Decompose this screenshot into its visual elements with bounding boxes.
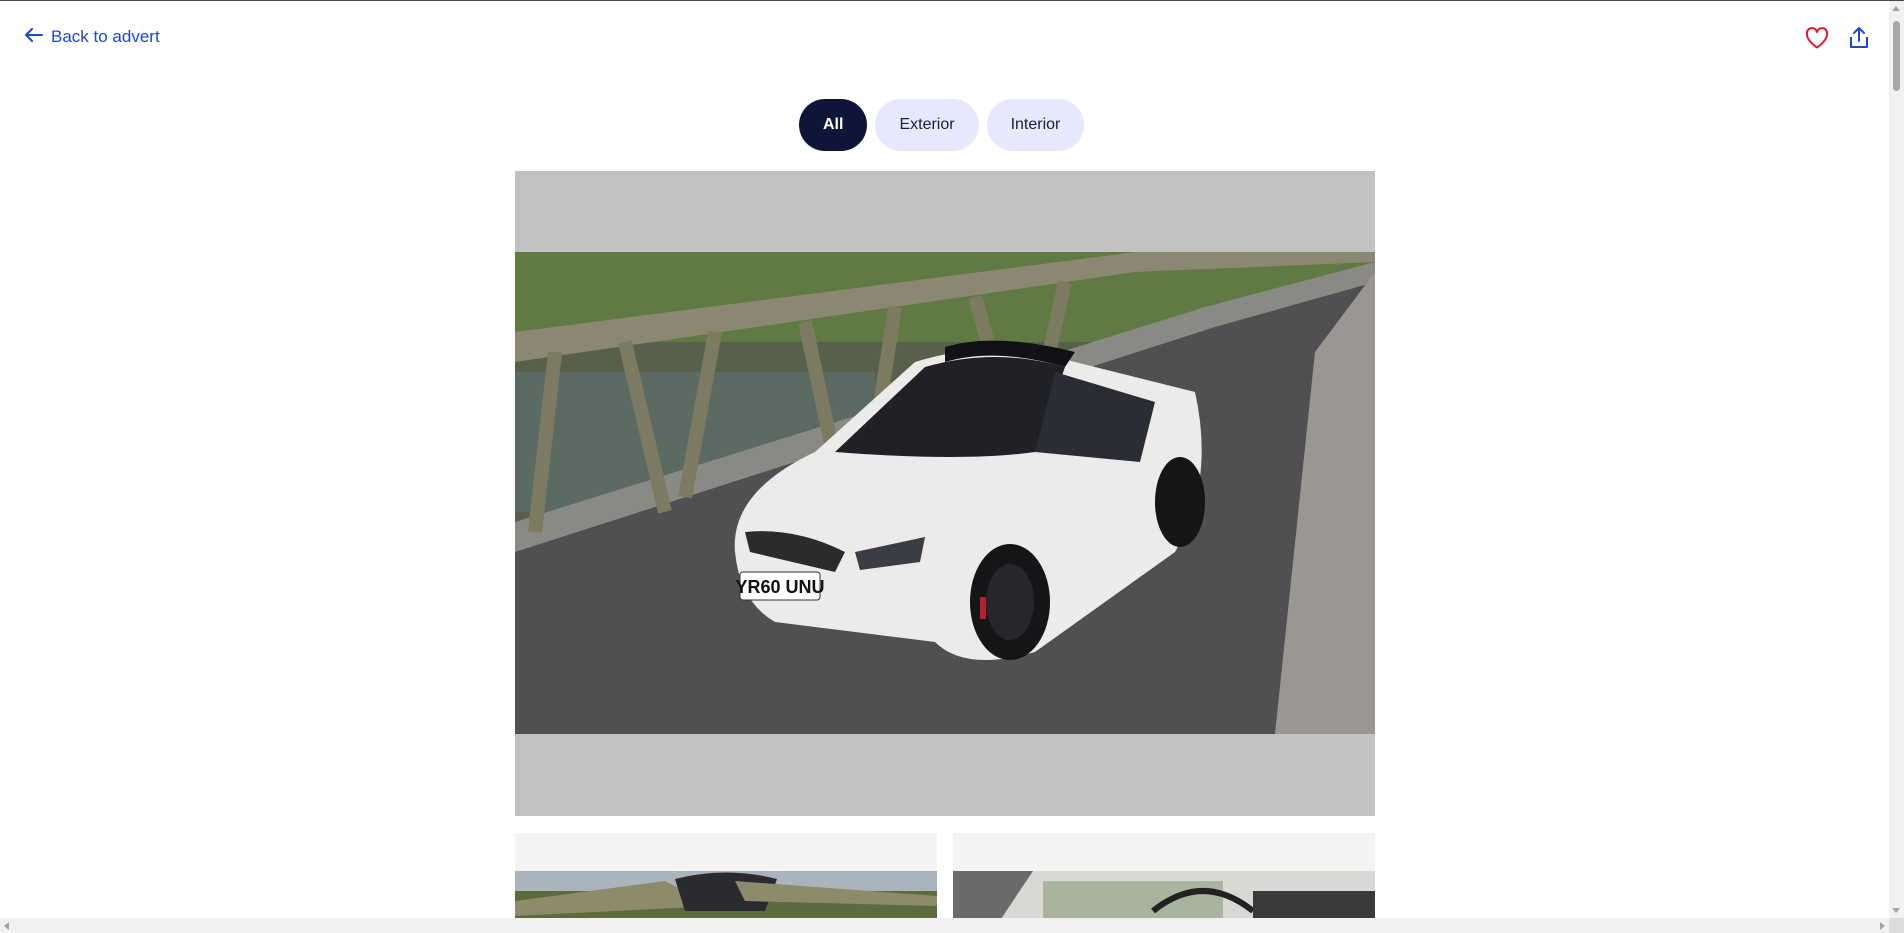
favourite-button[interactable] — [1805, 25, 1829, 51]
back-to-advert-link[interactable]: Back to advert — [25, 27, 160, 47]
horizontal-scrollbar[interactable] — [0, 918, 1889, 933]
vertical-scrollbar[interactable] — [1889, 1, 1904, 918]
photo-filter-tabs: All Exterior Interior — [799, 99, 1085, 151]
number-plate-text: YR60 UNU — [735, 577, 824, 597]
share-icon — [1850, 27, 1868, 48]
gallery-thumbnail[interactable] — [953, 833, 1375, 918]
car-on-bridge-image: YR60 UNU — [515, 252, 1375, 734]
scroll-down-arrow-icon[interactable] — [1892, 908, 1900, 913]
share-button[interactable] — [1847, 25, 1871, 51]
car-interior-thumbnail-image — [953, 871, 1375, 918]
scroll-left-arrow-icon[interactable] — [4, 922, 9, 930]
vertical-scroll-thumb[interactable] — [1893, 21, 1900, 91]
top-actions — [1805, 25, 1871, 51]
gallery-page: Back to advert All Exterior Interior YR6… — [0, 1, 1889, 918]
scroll-right-arrow-icon[interactable] — [1880, 922, 1885, 930]
tab-exterior[interactable]: Exterior — [875, 99, 979, 151]
car-front-thumbnail-image — [515, 871, 937, 918]
tab-all[interactable]: All — [799, 99, 868, 151]
scroll-up-arrow-icon[interactable] — [1892, 6, 1900, 11]
heart-icon — [1805, 27, 1829, 49]
gallery-thumbnail[interactable] — [515, 833, 937, 918]
back-to-advert-label: Back to advert — [51, 27, 160, 46]
main-photo[interactable]: YR60 UNU — [515, 171, 1375, 816]
scrollbar-corner — [1889, 918, 1904, 933]
tab-interior[interactable]: Interior — [986, 99, 1085, 151]
arrow-left-icon — [25, 27, 43, 47]
